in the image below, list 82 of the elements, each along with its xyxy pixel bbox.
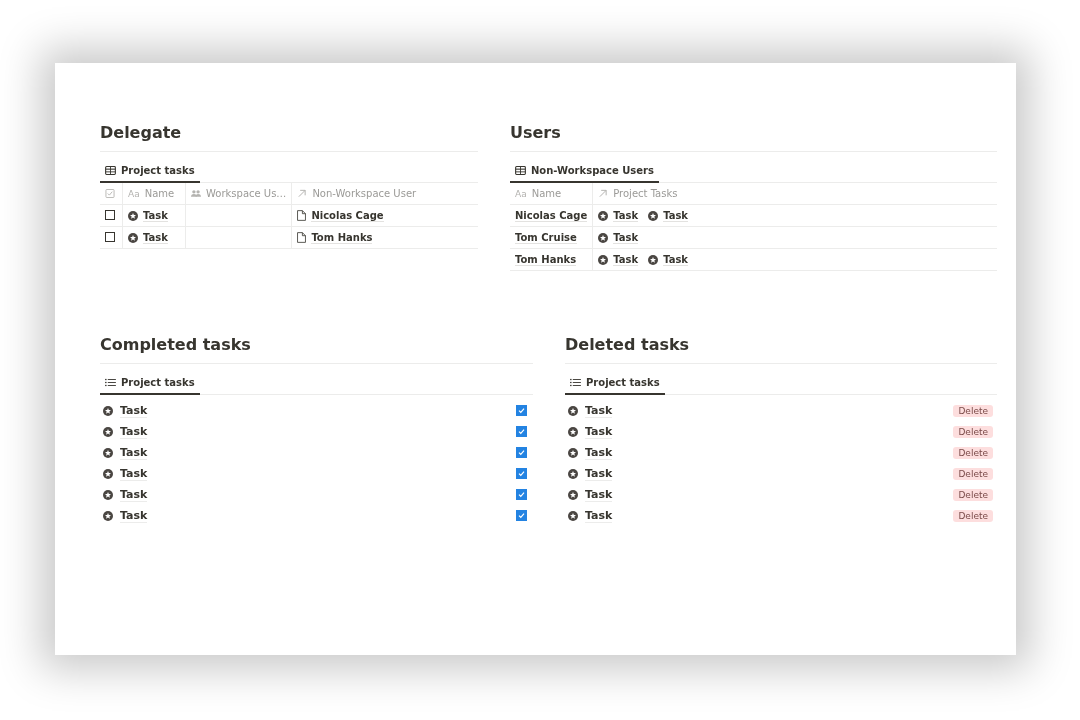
task-name[interactable]: Task: [613, 231, 639, 244]
task-name[interactable]: Task: [585, 445, 613, 460]
people-icon: [191, 189, 201, 198]
column-header: Name: [531, 188, 562, 199]
task-name[interactable]: Task: [120, 466, 148, 481]
task-name[interactable]: Task: [120, 424, 148, 439]
task-star-icon: [568, 426, 578, 437]
user-name[interactable]: Tom Cruise: [515, 232, 577, 244]
view-tab[interactable]: Project tasks: [100, 373, 200, 395]
task-name[interactable]: Task: [613, 253, 639, 266]
task-star-icon: [568, 405, 578, 416]
checkbox[interactable]: [105, 231, 115, 242]
task-star-icon: [103, 489, 113, 500]
view-tab[interactable]: Project tasks: [100, 161, 200, 183]
section-heading: Users: [510, 123, 997, 152]
view-tab[interactable]: Project tasks: [565, 373, 665, 395]
task-star-icon: [103, 468, 113, 479]
task-star-icon: [598, 254, 609, 265]
user-name[interactable]: Nicolas Cage: [515, 210, 588, 222]
page-icon: [297, 232, 307, 243]
text-type-icon: Aa: [128, 188, 140, 199]
task-star-icon: [103, 426, 113, 437]
task-star-icon: [103, 510, 113, 521]
task-star-icon: [568, 510, 578, 521]
checkbox[interactable]: [516, 405, 527, 416]
checkbox[interactable]: [105, 209, 115, 220]
view-tab[interactable]: Non-Workspace Users: [510, 161, 659, 183]
checkbox[interactable]: [516, 447, 527, 458]
table-icon: [105, 166, 116, 175]
section-heading: Completed tasks: [100, 335, 533, 364]
task-star-icon: [598, 210, 609, 221]
task-star-icon: [128, 232, 138, 243]
checkbox-column-icon: [105, 189, 115, 198]
task-name[interactable]: Task: [143, 231, 168, 244]
checkbox[interactable]: [516, 510, 527, 521]
delete-tag[interactable]: Delete: [953, 488, 993, 501]
column-header: Name: [144, 188, 175, 199]
delete-tag[interactable]: Delete: [953, 467, 993, 480]
table-icon: [515, 166, 526, 175]
user-name[interactable]: Tom Hanks: [515, 254, 577, 266]
task-name[interactable]: Task: [585, 424, 613, 439]
arrow-icon: [598, 189, 609, 198]
task-star-icon: [568, 447, 578, 458]
list-icon: [570, 378, 581, 387]
task-name[interactable]: Task: [120, 508, 148, 523]
task-star-icon: [568, 489, 578, 500]
list-icon: [105, 378, 116, 387]
task-name[interactable]: Task: [120, 445, 148, 460]
delete-tag[interactable]: Delete: [953, 425, 993, 438]
task-name[interactable]: Task: [585, 403, 613, 418]
column-header: Project Tasks: [613, 188, 678, 199]
column-header: Non-Workspace User: [312, 188, 417, 199]
task-name[interactable]: Task: [663, 253, 688, 266]
user-name[interactable]: Nicolas Cage: [311, 209, 384, 222]
delete-tag[interactable]: Delete: [953, 509, 993, 522]
task-star-icon: [648, 210, 659, 221]
checkbox[interactable]: [516, 468, 527, 479]
task-name[interactable]: Task: [663, 209, 688, 222]
task-name[interactable]: Task: [143, 209, 168, 222]
section-heading: Delegate: [100, 123, 478, 152]
task-name[interactable]: Task: [585, 508, 613, 523]
checkbox[interactable]: [516, 426, 527, 437]
task-name[interactable]: Task: [120, 403, 148, 418]
task-name[interactable]: Task: [613, 209, 639, 222]
delete-tag[interactable]: Delete: [953, 446, 993, 459]
task-name[interactable]: Task: [585, 466, 613, 481]
task-star-icon: [568, 468, 578, 479]
arrow-icon: [297, 189, 308, 198]
page-icon: [297, 210, 307, 221]
task-star-icon: [128, 210, 138, 221]
section-heading: Deleted tasks: [565, 335, 997, 364]
delete-tag[interactable]: Delete: [953, 404, 993, 417]
checkbox[interactable]: [516, 489, 527, 500]
task-star-icon: [103, 447, 113, 458]
task-name[interactable]: Task: [585, 487, 613, 502]
task-star-icon: [648, 254, 659, 265]
task-name[interactable]: Task: [120, 487, 148, 502]
column-header: Workspace Us…: [206, 188, 287, 199]
user-name[interactable]: Tom Hanks: [311, 231, 373, 244]
task-star-icon: [103, 405, 113, 416]
task-star-icon: [598, 232, 609, 243]
text-type-icon: Aa: [515, 188, 527, 199]
